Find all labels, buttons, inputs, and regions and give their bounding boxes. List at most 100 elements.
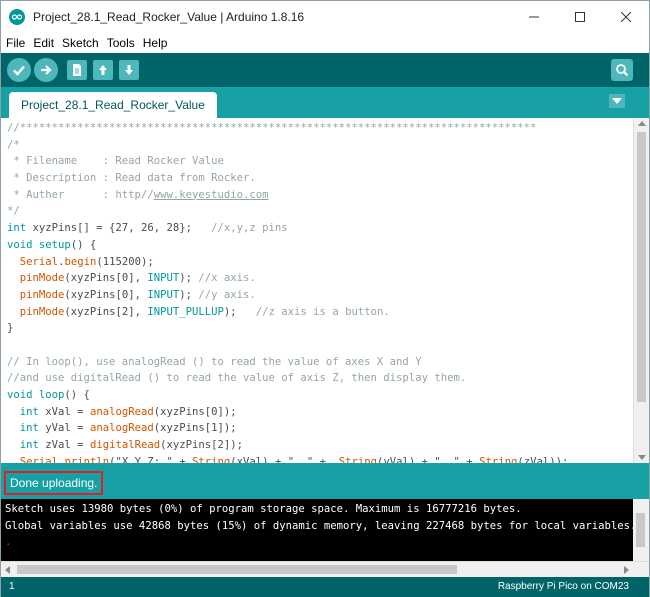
code-token: * Description : Read data from Rocker.	[7, 172, 256, 184]
code-token: loop	[39, 389, 65, 401]
code-token: //z axis is a button.	[256, 306, 390, 318]
code-token: println	[64, 456, 109, 463]
code-token: ("X,Y,Z: " +	[109, 456, 192, 463]
code-token: () {	[71, 239, 97, 251]
code-token: www.keyestudio.com	[154, 189, 269, 201]
code-token	[7, 422, 20, 434]
verify-button[interactable]	[7, 58, 31, 82]
code-token: String	[339, 456, 377, 463]
code-token: (115200);	[96, 256, 153, 268]
scroll-thumb[interactable]	[17, 565, 457, 574]
code-token: );	[179, 272, 198, 284]
menu-tools[interactable]: Tools	[107, 36, 135, 50]
code-token: String	[479, 456, 517, 463]
minimize-button[interactable]	[511, 1, 557, 33]
code-line: pinMode(xyzPins[0], INPUT); //y axis.	[7, 287, 627, 304]
code-token	[7, 289, 20, 301]
close-button[interactable]	[603, 1, 649, 33]
code-line: Serial.println("X,Y,Z: " + String(xVal) …	[7, 454, 627, 463]
window-controls	[511, 1, 649, 33]
code-line: void loop() {	[7, 387, 627, 404]
code-line: int zVal = digitalRead(xyzPins[2]);	[7, 437, 627, 454]
title-bar: Project_28.1_Read_Rocker_Value | Arduino…	[1, 1, 649, 33]
code-token: //**************************************…	[7, 122, 536, 134]
code-token: void	[7, 239, 33, 251]
menu-sketch[interactable]: Sketch	[62, 36, 99, 50]
menu-help[interactable]: Help	[143, 36, 168, 50]
code-line: //**************************************…	[7, 120, 627, 137]
tab-menu-button[interactable]	[609, 94, 625, 108]
code-line: */	[7, 203, 627, 220]
code-line: Serial.begin(115200);	[7, 254, 627, 271]
new-sketch-button[interactable]	[67, 60, 87, 80]
code-token: pinMode	[20, 306, 65, 318]
console-output[interactable]: Sketch uses 13980 bytes (0%) of program …	[1, 499, 649, 561]
arduino-ide-window: Project_28.1_Read_Rocker_Value | Arduino…	[0, 0, 650, 597]
upload-button[interactable]	[34, 58, 58, 82]
code-token: * Filename : Read Rocker Value	[7, 155, 224, 167]
footer-bar: 1 Raspberry Pi Pico on COM23	[1, 577, 649, 597]
code-token	[7, 406, 20, 418]
code-token: int	[7, 222, 26, 234]
code-token: analogRead	[90, 406, 154, 418]
document-icon	[71, 63, 83, 77]
chevron-down-icon	[612, 98, 622, 104]
console-horizontal-scrollbar[interactable]	[1, 561, 649, 577]
code-line	[7, 337, 627, 354]
code-token: //and use digitalRead () to read the val…	[7, 372, 466, 384]
scroll-up-icon[interactable]	[638, 121, 646, 126]
code-editor[interactable]: //**************************************…	[1, 118, 649, 463]
tab-sketch[interactable]: Project_28.1_Read_Rocker_Value	[9, 92, 217, 118]
console-line: Global variables use 42868 bytes (15%) o…	[5, 518, 636, 535]
code-token	[7, 306, 20, 318]
maximize-button[interactable]	[557, 1, 603, 33]
code-area[interactable]: //**************************************…	[7, 120, 627, 463]
code-token: */	[7, 205, 20, 217]
code-token: (zVal));	[517, 456, 568, 463]
menu-file[interactable]: File	[6, 36, 25, 50]
maximize-icon	[575, 12, 585, 22]
code-token: pinMode	[20, 289, 65, 301]
editor-vertical-scrollbar[interactable]	[633, 118, 649, 463]
code-token: //y axis.	[198, 289, 255, 301]
code-token: INPUT	[147, 272, 179, 284]
serial-monitor-button[interactable]	[611, 59, 633, 81]
code-token: String	[192, 456, 230, 463]
scroll-thumb[interactable]	[637, 132, 646, 402]
code-token: (xyzPins[0]);	[154, 406, 237, 418]
code-line: * Description : Read data from Rocker.	[7, 170, 627, 187]
code-token: pinMode	[20, 272, 65, 284]
code-line: int yVal = analogRead(xyzPins[1]);	[7, 420, 627, 437]
check-icon	[12, 63, 26, 77]
code-line: pinMode(xyzPins[0], INPUT); //x axis.	[7, 270, 627, 287]
code-token: analogRead	[90, 422, 154, 434]
code-token: int	[20, 406, 39, 418]
open-button[interactable]	[93, 60, 113, 80]
code-token: (xyzPins[0],	[64, 272, 147, 284]
line-number: 1	[9, 581, 15, 592]
close-icon	[621, 12, 631, 22]
scroll-down-icon[interactable]	[638, 455, 646, 460]
scroll-right-icon[interactable]	[624, 566, 629, 574]
menu-edit[interactable]: Edit	[33, 36, 54, 50]
console-vertical-scrollbar[interactable]	[633, 499, 649, 561]
status-bar: Done uploading.	[1, 463, 649, 499]
code-token	[7, 456, 20, 463]
save-button[interactable]	[119, 60, 139, 80]
code-line: pinMode(xyzPins[2], INPUT_PULLUP); //z a…	[7, 304, 627, 321]
status-message: Done uploading.	[4, 471, 103, 495]
code-token: (xyzPins[0],	[64, 289, 147, 301]
code-token: );	[224, 306, 256, 318]
code-token: // In loop(), use analogRead () to read …	[7, 356, 422, 368]
code-token: int	[20, 439, 39, 451]
scroll-thumb[interactable]	[636, 513, 645, 547]
code-token: INPUT	[147, 289, 179, 301]
code-token: yVal =	[39, 422, 90, 434]
window-title: Project_28.1_Read_Rocker_Value | Arduino…	[33, 10, 304, 24]
code-token: (yVal) + ", " +	[377, 456, 479, 463]
code-token: );	[179, 289, 198, 301]
code-token: (xyzPins[1]);	[154, 422, 237, 434]
code-token: (xyzPins[2],	[64, 306, 147, 318]
minimize-icon	[529, 12, 539, 22]
scroll-left-icon[interactable]	[5, 566, 10, 574]
